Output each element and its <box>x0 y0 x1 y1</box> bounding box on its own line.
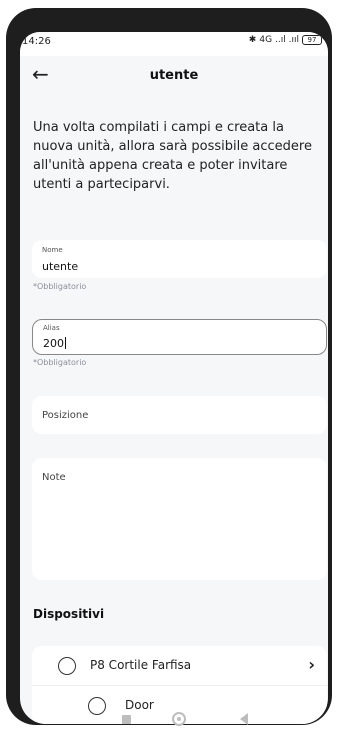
posizione-placeholder: Posizione <box>42 410 89 421</box>
alias-value: 200 <box>43 337 64 350</box>
device-label: P8 Cortile Farfisa <box>90 658 192 672</box>
nome-helper: *Obbligatorio <box>33 282 87 291</box>
app-bar: ← utente <box>20 62 328 92</box>
alias-field[interactable]: Alias 200 <box>32 319 327 355</box>
posizione-field[interactable]: Posizione <box>32 396 327 434</box>
status-icons: ✱ 4G ..ıl .ııl 97 <box>249 35 322 45</box>
nome-label: Nome <box>42 246 63 254</box>
battery-icon: 97 <box>302 35 322 45</box>
devices-section-title: Dispositivi <box>33 607 105 621</box>
device-item-p8-cortile-farfisa[interactable]: P8 Cortile Farfisa › <box>32 646 327 686</box>
network-type: 4G <box>259 35 273 45</box>
note-placeholder: Note <box>42 472 66 483</box>
phone-frame: 14:26 ✱ 4G ..ıl .ııl 97 ← utente Una vol… <box>6 8 332 726</box>
signal-icon: ..ıl .ııl <box>275 35 299 45</box>
note-field[interactable]: Note <box>32 458 327 580</box>
nome-field[interactable]: Nome utente <box>32 240 327 278</box>
status-bar: 14:26 ✱ 4G ..ıl .ııl 97 <box>20 32 328 56</box>
page-title: utente <box>149 68 199 83</box>
status-time: 14:26 <box>22 36 51 47</box>
system-nav-bar <box>26 708 324 730</box>
home-icon[interactable] <box>172 712 186 726</box>
nome-value[interactable]: utente <box>42 260 78 273</box>
chevron-right-icon[interactable]: › <box>308 655 315 674</box>
text-caret <box>65 337 66 349</box>
alias-value-wrap[interactable]: 200 <box>43 337 66 350</box>
recents-icon[interactable] <box>122 715 131 724</box>
description-text: Una volta compilati i campi e creata la … <box>33 120 312 192</box>
back-triangle-icon[interactable] <box>240 713 248 725</box>
radio-button[interactable] <box>58 657 76 675</box>
alias-helper: *Obbligatorio <box>33 358 87 367</box>
bluetooth-icon: ✱ <box>248 35 257 45</box>
screen: 14:26 ✱ 4G ..ıl .ııl 97 ← utente Una vol… <box>20 32 328 724</box>
alias-label: Alias <box>43 324 60 332</box>
